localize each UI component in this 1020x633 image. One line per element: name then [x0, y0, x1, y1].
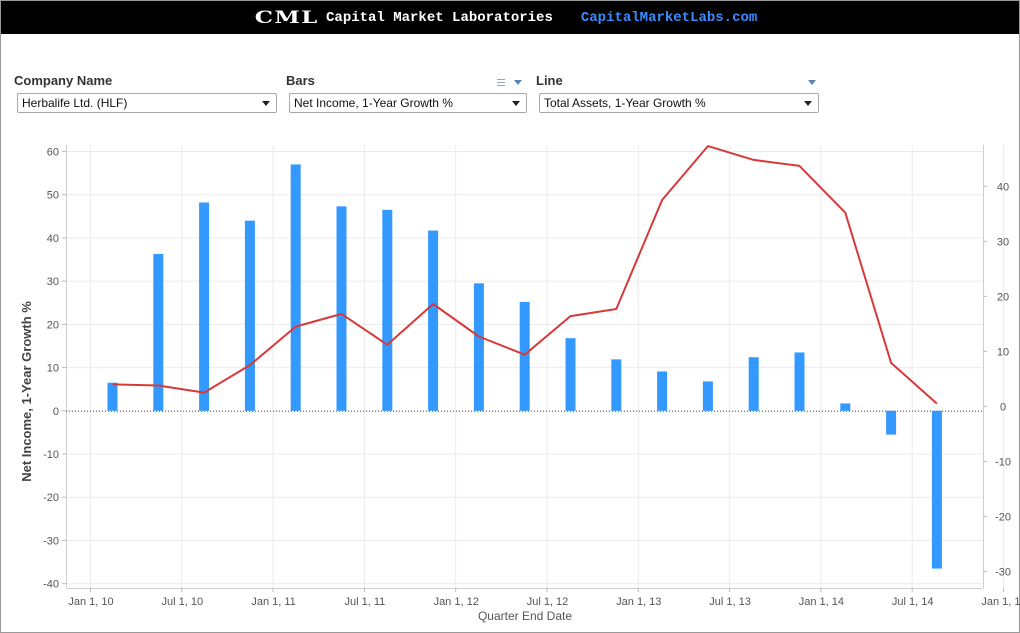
brand-name: Capital Market Laboratories	[326, 9, 553, 26]
company-select[interactable]: Herbalife Ltd. (HLF)	[17, 93, 277, 113]
line-filter-label: Line	[536, 73, 563, 88]
x-axis-title: Quarter End Date	[478, 609, 572, 623]
y-left-tick-label: 0	[53, 406, 59, 418]
bar	[382, 209, 393, 411]
bar	[794, 352, 805, 411]
bar	[840, 403, 851, 411]
combo-chart: 60 50 40 30 20 10 0 -10 -20 -30 -40 40 30 20 10 0 -10 -20…	[19, 145, 1020, 623]
y-left-tick-label: -10	[43, 449, 59, 461]
y-left-tick-label: 20	[47, 319, 59, 331]
company-filter: Company Name Herbalife Ltd. (HLF)	[14, 73, 277, 113]
bar	[565, 338, 576, 411]
bar	[473, 283, 484, 411]
line-menu-icon[interactable]	[808, 80, 816, 85]
bar	[153, 253, 164, 411]
y-left-tick-label: 60	[47, 146, 59, 158]
bar	[428, 230, 439, 411]
line-filter: Line Total Assets, 1-Year Growth %	[536, 73, 819, 113]
y-right-tick-label: 40	[997, 181, 1009, 193]
company-filter-label: Company Name	[14, 73, 113, 88]
bar	[519, 301, 530, 411]
line-select-value: Total Assets, 1-Year Growth %	[544, 96, 706, 110]
y-right-tick-label: 0	[1000, 401, 1006, 413]
list-view-icon[interactable]	[497, 79, 505, 86]
bar	[657, 371, 668, 411]
chevron-down-icon	[804, 101, 812, 106]
brand-logo: CML	[254, 7, 319, 28]
header-banner: CML Capital Market Laboratories CapitalM…	[1, 1, 1019, 34]
y-left-tick-label: 40	[47, 233, 59, 245]
bar	[886, 410, 897, 435]
bars-select[interactable]: Net Income, 1-Year Growth %	[289, 93, 527, 113]
y-left-tick-label: -30	[43, 535, 59, 547]
bars-filter: Bars Net Income, 1-Year Growth %	[286, 73, 527, 113]
bar	[244, 220, 255, 411]
x-tick-label: Jul 1, 11	[345, 596, 386, 608]
x-tick-label: Jul 1, 14	[892, 596, 934, 608]
x-tick-label: Jul 1, 10	[162, 596, 204, 608]
y-right-tick-label: 20	[997, 291, 1009, 303]
x-tick-label: Jan 1, 10	[68, 596, 113, 608]
chevron-down-icon	[262, 101, 270, 106]
y-left-tick-label: -20	[43, 492, 59, 504]
company-select-value: Herbalife Ltd. (HLF)	[22, 96, 128, 110]
y-left-tick-label: 50	[47, 190, 59, 202]
x-tick-label: Jan 1, 12	[434, 596, 479, 608]
y-right-tick-label: -20	[995, 511, 1011, 523]
bar	[107, 382, 118, 411]
bar	[290, 164, 301, 411]
bar	[611, 359, 622, 411]
bars-menu-icon[interactable]	[514, 80, 522, 85]
y-axis-title: Net Income, 1-Year Growth %	[19, 301, 34, 482]
x-tick-label: Jan 1, 13	[616, 596, 661, 608]
x-tick-label: Jul 1, 12	[527, 596, 569, 608]
y-left-tick-label: -40	[43, 579, 59, 591]
y-right-tick-label: 10	[997, 346, 1009, 358]
bar	[702, 381, 713, 411]
y-left-tick-label: 10	[47, 363, 59, 375]
bar	[336, 206, 347, 411]
x-tick-label: Jan 1, 15	[981, 596, 1020, 608]
bar	[199, 202, 210, 411]
chevron-down-icon	[512, 101, 520, 106]
x-tick-label: Jan 1, 14	[799, 596, 844, 608]
bar	[748, 357, 759, 411]
y-right-tick-label: -30	[995, 566, 1011, 578]
x-tick-label: Jul 1, 13	[709, 596, 751, 608]
bars-select-value: Net Income, 1-Year Growth %	[294, 96, 453, 110]
y-left-tick-label: 30	[47, 276, 59, 288]
bar	[931, 410, 942, 569]
y-right-tick-label: -10	[995, 456, 1011, 468]
line-select[interactable]: Total Assets, 1-Year Growth %	[539, 93, 819, 113]
y-right-tick-label: 30	[997, 236, 1009, 248]
x-tick-label: Jan 1, 11	[251, 596, 295, 608]
brand-url-link[interactable]: CapitalMarketLabs.com	[581, 10, 757, 26]
bars-filter-label: Bars	[286, 73, 315, 88]
